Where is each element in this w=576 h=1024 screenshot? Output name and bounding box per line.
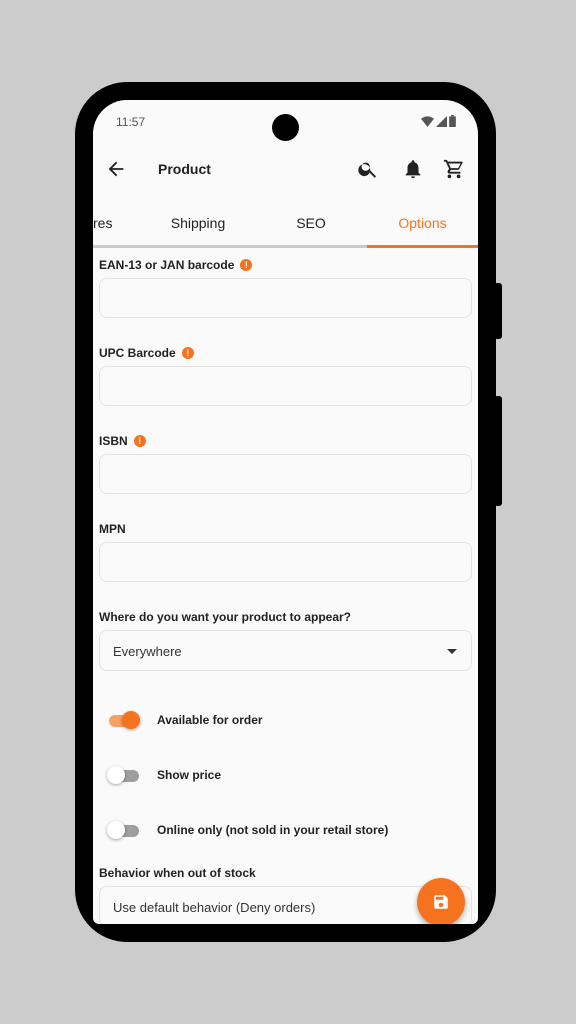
- toggle-label: Available for order: [157, 713, 263, 727]
- toggle-label: Online only (not sold in your retail sto…: [157, 823, 389, 837]
- mpn-label: MPN: [99, 522, 126, 536]
- tab-options[interactable]: Options: [367, 200, 478, 248]
- bell-icon[interactable]: [402, 158, 424, 180]
- signal-icon: [436, 115, 447, 127]
- toggle-available-for-order[interactable]: Available for order: [99, 711, 472, 736]
- tab-label: Options: [398, 214, 447, 231]
- show-price-switch[interactable]: [107, 766, 139, 784]
- tab-label: SEO: [296, 214, 326, 231]
- cart-icon[interactable]: [443, 158, 465, 180]
- info-icon[interactable]: !: [133, 435, 146, 447]
- toggle-show-price[interactable]: Show price: [99, 766, 472, 791]
- battery-icon: [449, 115, 456, 127]
- search-icon[interactable]: [357, 158, 379, 180]
- status-bar: 11:57: [93, 100, 478, 144]
- visibility-label: Where do you want your product to appear…: [99, 610, 351, 624]
- camera-cutout: [272, 114, 299, 141]
- visibility-value: Everywhere: [113, 644, 182, 659]
- app-bar: Product: [93, 144, 478, 196]
- tab-label: Shipping: [170, 214, 226, 231]
- power-button: [494, 283, 502, 339]
- out-of-stock-label-text: Behavior when out of stock: [99, 866, 256, 880]
- isbn-label: ISBN !: [99, 434, 146, 448]
- isbn-label-text: ISBN: [99, 434, 128, 448]
- back-arrow-icon[interactable]: [105, 158, 127, 180]
- toggle-label: Show price: [157, 768, 222, 782]
- info-icon[interactable]: !: [181, 347, 194, 359]
- switch-knob: [122, 711, 140, 729]
- toggle-online-only[interactable]: Online only (not sold in your retail sto…: [99, 821, 472, 846]
- switch-knob: [107, 766, 125, 784]
- out-of-stock-label: Behavior when out of stock: [99, 866, 256, 880]
- upc-label: UPC Barcode !: [99, 346, 194, 360]
- tab-seo[interactable]: SEO: [255, 200, 367, 245]
- status-time: 11:57: [116, 115, 146, 129]
- tab-bar: res Shipping SEO Options: [93, 200, 478, 248]
- ean-input[interactable]: [99, 278, 472, 318]
- mpn-input[interactable]: [99, 542, 472, 582]
- tab-features[interactable]: res: [93, 200, 117, 245]
- chevron-down-icon: [447, 649, 457, 654]
- visibility-label-text: Where do you want your product to appear…: [99, 610, 352, 624]
- wifi-icon: [421, 115, 434, 127]
- upc-input[interactable]: [99, 366, 472, 406]
- status-icons: [421, 115, 456, 127]
- ean-label: EAN-13 or JAN barcode !: [99, 258, 253, 272]
- tab-shipping[interactable]: Shipping: [141, 200, 255, 245]
- page-title: Product: [158, 161, 211, 177]
- save-button[interactable]: [417, 878, 465, 924]
- volume-button: [494, 396, 502, 506]
- info-icon[interactable]: !: [240, 259, 253, 271]
- switch-knob: [107, 821, 125, 839]
- visibility-select[interactable]: Everywhere: [99, 630, 472, 671]
- upc-label-text: UPC Barcode: [99, 346, 176, 360]
- out-of-stock-value: Use default behavior (Deny orders): [113, 900, 316, 915]
- ean-label-text: EAN-13 or JAN barcode: [99, 258, 235, 272]
- save-icon: [434, 895, 448, 909]
- out-of-stock-select[interactable]: Use default behavior (Deny orders): [99, 886, 472, 924]
- available-switch[interactable]: [109, 711, 140, 729]
- tab-label: res: [93, 214, 113, 231]
- isbn-input[interactable]: [99, 454, 472, 494]
- mpn-label-text: MPN: [99, 522, 126, 536]
- screen: 11:57 Product res Shipping SEO Options E…: [93, 100, 478, 924]
- online-only-switch[interactable]: [107, 821, 139, 839]
